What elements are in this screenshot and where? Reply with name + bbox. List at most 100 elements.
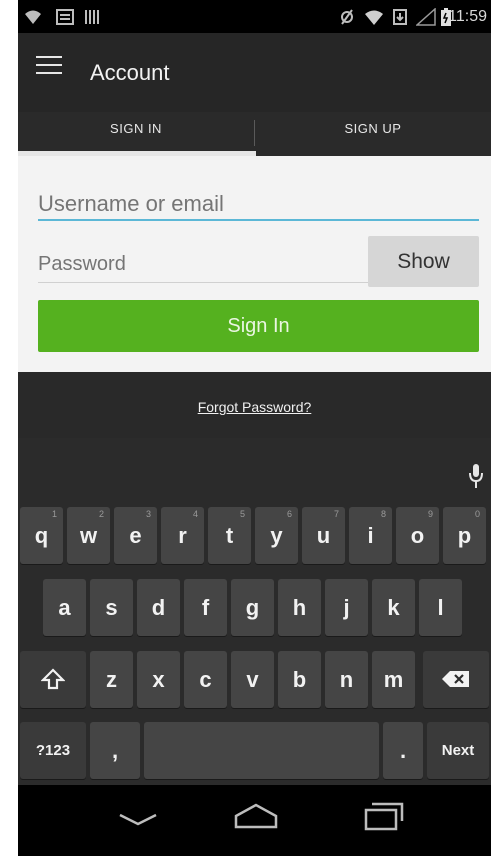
key-x[interactable]: x xyxy=(137,651,180,708)
shift-key[interactable] xyxy=(20,651,86,708)
tab-sign-up[interactable]: SIGN UP xyxy=(255,112,491,158)
key-v[interactable]: v xyxy=(231,651,274,708)
key-r[interactable]: r4 xyxy=(161,507,204,564)
phone-screen: 11:59 Account SIGN IN SIGN UP Show Sign … xyxy=(18,0,491,856)
key-i[interactable]: i8 xyxy=(349,507,392,564)
key-w-label: w xyxy=(79,523,98,548)
key-i-hint: 8 xyxy=(380,509,386,519)
comma-key-label: , xyxy=(111,738,119,763)
key-e[interactable]: e3 xyxy=(114,507,157,564)
key-s[interactable]: s xyxy=(90,579,133,636)
key-o-hint: 9 xyxy=(427,509,433,519)
key-z-label: z xyxy=(106,667,117,692)
key-n[interactable]: n xyxy=(325,651,368,708)
symbols-key-label: ?123 xyxy=(35,742,71,759)
gallery-icon xyxy=(56,9,74,25)
key-c[interactable]: c xyxy=(184,651,227,708)
key-p-label: p xyxy=(457,523,472,548)
key-p[interactable]: p0 xyxy=(443,507,486,564)
key-d[interactable]: d xyxy=(137,579,180,636)
key-e-hint: 3 xyxy=(145,509,151,519)
key-v-label: v xyxy=(246,667,259,692)
no-sync-icon xyxy=(341,9,353,25)
key-g-label: g xyxy=(245,595,260,620)
key-b-label: b xyxy=(292,667,307,692)
key-l-label: l xyxy=(437,595,444,620)
back-icon[interactable] xyxy=(118,813,158,827)
key-o[interactable]: o9 xyxy=(396,507,439,564)
username-underline xyxy=(38,219,479,221)
key-s-label: s xyxy=(105,595,118,620)
key-q[interactable]: q1 xyxy=(20,507,63,564)
recent-apps-icon[interactable] xyxy=(364,801,404,831)
key-y-label: y xyxy=(270,523,283,548)
page-title: Account xyxy=(90,60,170,85)
backspace-icon xyxy=(442,671,469,687)
sign-in-button[interactable]: Sign In xyxy=(38,300,479,352)
key-p-hint: 0 xyxy=(474,509,480,519)
shift-icon xyxy=(40,668,66,690)
key-z[interactable]: z xyxy=(90,651,133,708)
key-q-label: q xyxy=(34,523,49,548)
tab-divider xyxy=(254,120,255,146)
key-q-hint: 1 xyxy=(51,509,57,519)
key-a-label: a xyxy=(58,595,71,620)
next-key[interactable]: Next xyxy=(427,722,489,779)
symbols-key[interactable]: ?123 xyxy=(20,722,86,779)
key-t-hint: 5 xyxy=(239,509,245,519)
key-r-label: r xyxy=(178,523,187,548)
password-input[interactable] xyxy=(38,246,368,282)
period-key[interactable]: . xyxy=(383,722,423,779)
key-j-label: j xyxy=(343,595,350,620)
forgot-password-link[interactable]: Forgot Password? xyxy=(18,399,491,415)
key-b[interactable]: b xyxy=(278,651,321,708)
key-x-label: x xyxy=(152,667,165,692)
status-bar: 11:59 xyxy=(18,0,491,33)
key-o-label: o xyxy=(410,523,425,548)
key-g[interactable]: g xyxy=(231,579,274,636)
key-m[interactable]: m xyxy=(372,651,415,708)
password-underline xyxy=(38,282,368,283)
hamburger-menu-icon[interactable] xyxy=(36,56,62,76)
key-t-label: t xyxy=(225,523,234,548)
key-n-label: n xyxy=(339,667,354,692)
delete-key[interactable] xyxy=(423,651,489,708)
show-password-button[interactable]: Show xyxy=(368,236,479,287)
key-k[interactable]: k xyxy=(372,579,415,636)
key-y-hint: 6 xyxy=(286,509,292,519)
key-w[interactable]: w2 xyxy=(67,507,110,564)
period-key-label: . xyxy=(399,738,407,763)
key-c-label: c xyxy=(199,667,212,692)
wifi-icon xyxy=(25,10,41,24)
key-h-label: h xyxy=(292,595,307,620)
key-d-label: d xyxy=(151,595,166,620)
key-u-label: u xyxy=(316,523,331,548)
barcode-icon xyxy=(85,10,99,24)
status-time: 11:59 xyxy=(448,8,487,25)
key-y[interactable]: y6 xyxy=(255,507,298,564)
key-t[interactable]: t5 xyxy=(208,507,251,564)
key-a[interactable]: a xyxy=(43,579,86,636)
microphone-icon[interactable] xyxy=(469,462,483,490)
key-w-hint: 2 xyxy=(98,509,104,519)
download-icon xyxy=(393,9,407,25)
wifi-signal-icon xyxy=(365,10,383,25)
navigation-bar xyxy=(18,785,491,856)
username-input[interactable] xyxy=(38,186,478,222)
key-l[interactable]: l xyxy=(419,579,462,636)
key-h[interactable]: h xyxy=(278,579,321,636)
key-m-label: m xyxy=(383,667,404,692)
key-f-label: f xyxy=(201,595,210,620)
key-e-label: e xyxy=(129,523,142,548)
key-j[interactable]: j xyxy=(325,579,368,636)
space-key[interactable] xyxy=(144,722,379,779)
next-key-label: Next xyxy=(441,742,475,759)
key-k-label: k xyxy=(387,595,400,620)
action-bar xyxy=(18,33,491,112)
key-f[interactable]: f xyxy=(184,579,227,636)
comma-key[interactable]: , xyxy=(90,722,140,779)
key-i-label: i xyxy=(367,523,374,548)
home-icon[interactable] xyxy=(234,803,278,829)
key-r-hint: 4 xyxy=(192,509,198,519)
key-u[interactable]: u7 xyxy=(302,507,345,564)
